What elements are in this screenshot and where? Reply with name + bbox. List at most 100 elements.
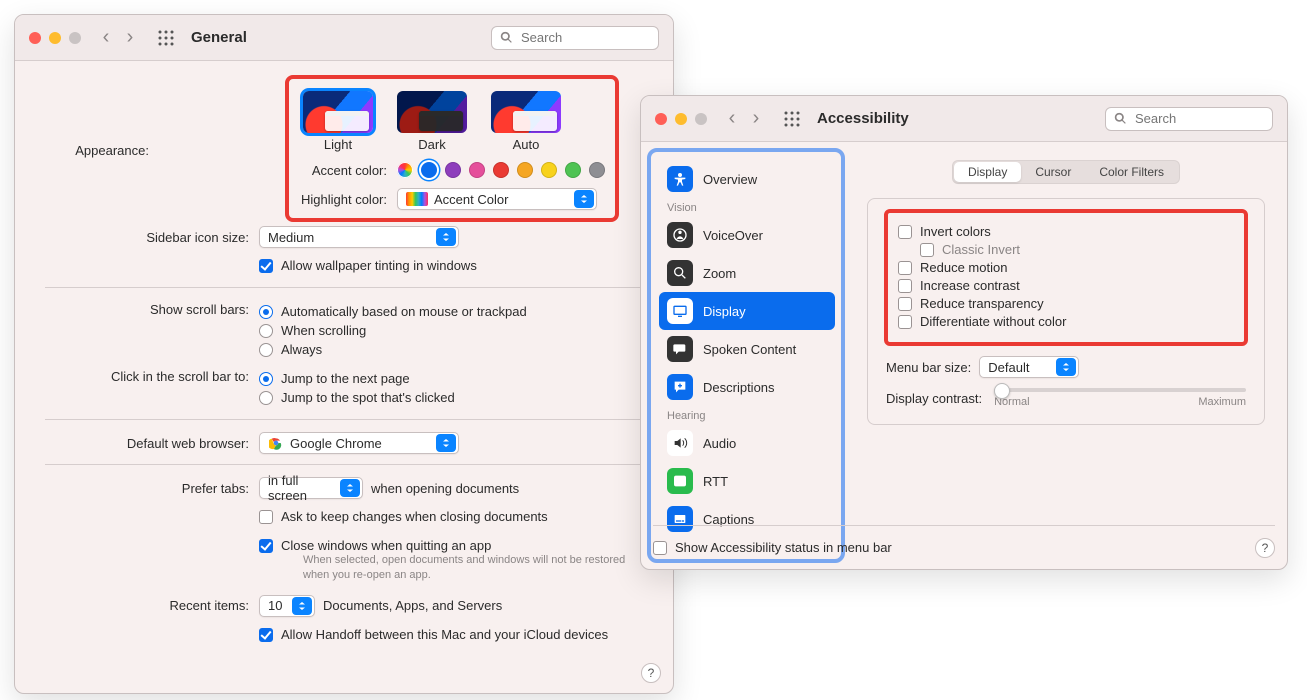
- zoom-window-button[interactable]: [695, 113, 707, 125]
- sidebar-item-display[interactable]: Display: [659, 292, 835, 330]
- accent-swatch[interactable]: [397, 162, 413, 178]
- sidebar-item-label: Spoken Content: [703, 342, 796, 357]
- sidebar-item-voiceover[interactable]: VoiceOver: [659, 216, 835, 254]
- titlebar: ‹ › Accessibility: [641, 96, 1287, 142]
- appearance-option-auto[interactable]: Auto: [491, 91, 561, 152]
- appearance-auto-label: Auto: [513, 137, 540, 152]
- sidebar-item-rtt[interactable]: RTTRTT: [659, 462, 835, 500]
- sidebar-category: Hearing: [659, 406, 835, 424]
- accent-color-swatches: [397, 162, 605, 178]
- search-input[interactable]: [1133, 110, 1253, 127]
- back-button[interactable]: ‹: [721, 108, 743, 130]
- ask-keep-changes-checkbox[interactable]: Ask to keep changes when closing documen…: [259, 509, 643, 524]
- search-input[interactable]: [519, 29, 639, 46]
- accessibility-preferences-window: ‹ › Accessibility OverviewVisionVoiceOve…: [640, 95, 1288, 570]
- minimize-window-button[interactable]: [49, 32, 61, 44]
- appearance-option-light[interactable]: Light: [303, 91, 373, 152]
- tab-display[interactable]: Display: [954, 162, 1021, 182]
- close-windows-quit-checkbox[interactable]: Close windows when quitting an app When …: [259, 538, 643, 583]
- menu-bar-size-select[interactable]: Default: [979, 356, 1079, 378]
- display-contrast-slider[interactable]: [994, 388, 1246, 392]
- select-stepper-icon: [574, 190, 594, 208]
- highlight-color-label: Highlight color:: [299, 192, 387, 207]
- sidebar-item-overview[interactable]: Overview: [659, 160, 835, 198]
- show-status-menubar-checkbox[interactable]: Show Accessibility status in menu bar: [653, 540, 892, 555]
- help-button[interactable]: ?: [641, 663, 661, 683]
- nav-buttons: ‹ ›: [95, 27, 141, 49]
- divider: [45, 419, 643, 420]
- tab-cursor[interactable]: Cursor: [1021, 162, 1085, 182]
- checkbox-label: Classic Invert: [942, 242, 1020, 257]
- accent-swatch[interactable]: [445, 162, 461, 178]
- sidebar-icon-size-select[interactable]: Medium: [259, 226, 459, 248]
- audio-icon: [667, 430, 693, 456]
- show-all-prefs-button[interactable]: [781, 108, 803, 130]
- sidebar-item-spoken-content[interactable]: Spoken Content: [659, 330, 835, 368]
- radio-icon: [259, 343, 273, 357]
- forward-button[interactable]: ›: [745, 108, 767, 130]
- search-field[interactable]: [491, 26, 659, 50]
- checkmark-icon: [259, 259, 273, 273]
- click-scroll-bar-option[interactable]: Jump to the spot that's clicked: [259, 390, 643, 405]
- appearance-option-dark[interactable]: Dark: [397, 91, 467, 152]
- show-all-prefs-button[interactable]: [155, 27, 177, 49]
- forward-button[interactable]: ›: [119, 27, 141, 49]
- accent-swatch[interactable]: [421, 162, 437, 178]
- click-scroll-bar-option-label: Jump to the spot that's clicked: [281, 390, 455, 405]
- allow-wallpaper-tinting-checkbox[interactable]: Allow wallpaper tinting in windows: [259, 258, 643, 273]
- invert-colors-checkbox[interactable]: Invert colors: [898, 224, 1234, 239]
- allow-handoff-label: Allow Handoff between this Mac and your …: [281, 627, 608, 642]
- default-browser-select[interactable]: Google Chrome: [259, 432, 459, 454]
- rtt-icon: RTT: [667, 468, 693, 494]
- tab-color-filters[interactable]: Color Filters: [1085, 162, 1178, 182]
- svg-text:RTT: RTT: [674, 480, 686, 486]
- accent-swatch[interactable]: [541, 162, 557, 178]
- reduce-motion-checkbox[interactable]: Reduce motion: [898, 260, 1234, 275]
- display-options-group: Invert colors Classic Invert Reduce motion…: [867, 198, 1265, 425]
- search-field[interactable]: [1105, 107, 1273, 131]
- recent-items-select[interactable]: 10: [259, 595, 315, 617]
- accessibility-sidebar[interactable]: OverviewVisionVoiceOverZoomDisplay Spoken…: [647, 148, 845, 563]
- prefer-tabs-select[interactable]: in full screen: [259, 477, 363, 499]
- checkbox-icon: [898, 225, 912, 239]
- scroll-bars-option[interactable]: Automatically based on mouse or trackpad: [259, 304, 643, 319]
- allow-handoff-checkbox[interactable]: Allow Handoff between this Mac and your …: [259, 627, 643, 642]
- sidebar-icon-size-value: Medium: [268, 230, 314, 245]
- show-scroll-bars-label: Show scroll bars:: [45, 300, 259, 317]
- differentiate-without-color-checkbox[interactable]: Differentiate without color: [898, 314, 1234, 329]
- divider: [45, 464, 643, 465]
- reduce-transparency-checkbox[interactable]: Reduce transparency: [898, 296, 1234, 311]
- highlight-color-select[interactable]: Accent Color: [397, 188, 597, 210]
- click-scroll-bar-option[interactable]: Jump to the next page: [259, 371, 643, 386]
- window-controls: [29, 32, 81, 44]
- scroll-bars-option[interactable]: Always: [259, 342, 643, 357]
- back-button[interactable]: ‹: [95, 27, 117, 49]
- minimize-window-button[interactable]: [675, 113, 687, 125]
- classic-invert-checkbox: Classic Invert: [920, 242, 1234, 257]
- sidebar-item-audio[interactable]: Audio: [659, 424, 835, 462]
- sidebar-category: Vision: [659, 198, 835, 216]
- accent-color-label: Accent color:: [299, 163, 387, 178]
- sidebar-item-descriptions[interactable]: Descriptions: [659, 368, 835, 406]
- accent-swatch[interactable]: [469, 162, 485, 178]
- accent-swatch[interactable]: [565, 162, 581, 178]
- zoom-icon: [667, 260, 693, 286]
- help-button[interactable]: ?: [1255, 538, 1275, 558]
- zoom-window-button[interactable]: [69, 32, 81, 44]
- display-icon: [667, 298, 693, 324]
- sidebar-item-zoom[interactable]: Zoom: [659, 254, 835, 292]
- search-icon: [500, 31, 513, 44]
- accent-swatch[interactable]: [493, 162, 509, 178]
- plusbubble-icon: [667, 374, 693, 400]
- click-scroll-bar-option-label: Jump to the next page: [281, 371, 410, 386]
- scroll-bars-option[interactable]: When scrolling: [259, 323, 643, 338]
- accent-swatch[interactable]: [589, 162, 605, 178]
- speech-icon: [667, 336, 693, 362]
- close-window-button[interactable]: [29, 32, 41, 44]
- contrast-max-label: Maximum: [1198, 396, 1246, 408]
- increase-contrast-checkbox[interactable]: Increase contrast: [898, 278, 1234, 293]
- close-window-button[interactable]: [655, 113, 667, 125]
- general-preferences-window: ‹ › General Appearance: Light: [14, 14, 674, 694]
- accent-swatch[interactable]: [517, 162, 533, 178]
- radio-icon: [259, 324, 273, 338]
